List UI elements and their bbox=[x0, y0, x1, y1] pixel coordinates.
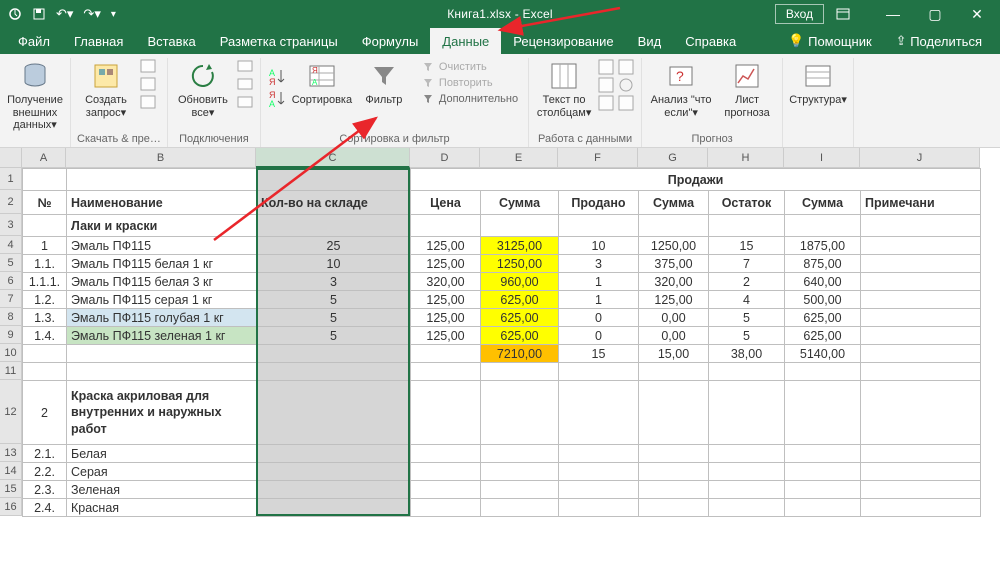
query-side-icons[interactable] bbox=[139, 58, 157, 110]
data-tools-icons[interactable] bbox=[597, 58, 635, 112]
window-title: Книга1.xlsx - Excel bbox=[447, 7, 553, 21]
row-header-16[interactable]: 16 bbox=[0, 498, 22, 516]
select-all-corner[interactable] bbox=[0, 148, 22, 168]
structure-button[interactable]: Структура▾ bbox=[789, 58, 847, 109]
ribbon-tabs: Файл Главная Вставка Разметка страницы Ф… bbox=[0, 28, 1000, 54]
col-header-I[interactable]: I bbox=[784, 148, 860, 168]
undo-icon[interactable]: ↶▾ bbox=[56, 6, 73, 22]
refresh-icon bbox=[187, 60, 219, 92]
col-header-D[interactable]: D bbox=[410, 148, 480, 168]
sort-asc-button[interactable]: АЯ bbox=[267, 66, 289, 86]
row-header-5[interactable]: 5 bbox=[0, 254, 22, 272]
col-header-B[interactable]: B bbox=[66, 148, 256, 168]
clear-filter-button[interactable]: Очистить bbox=[421, 60, 518, 74]
tab-formulas[interactable]: Формулы bbox=[350, 28, 431, 54]
row-header-7[interactable]: 7 bbox=[0, 290, 22, 308]
svg-text:А: А bbox=[312, 78, 318, 87]
get-external-data-button[interactable]: Получение внешних данных▾ bbox=[6, 58, 64, 134]
row-header-11[interactable]: 11 bbox=[0, 362, 22, 380]
whatif-icon: ? bbox=[665, 60, 697, 92]
col-header-F[interactable]: F bbox=[558, 148, 638, 168]
new-query-button[interactable]: Создать запрос▾ bbox=[77, 58, 135, 121]
bulb-icon: 💡 bbox=[788, 33, 804, 49]
redo-icon[interactable]: ↷▾ bbox=[83, 6, 100, 22]
worksheet[interactable]: ABCDEFGHIJ 12345678910111213141516 Прода… bbox=[0, 148, 1000, 517]
sort-icon: ЯА bbox=[306, 60, 338, 92]
row-header-15[interactable]: 15 bbox=[0, 480, 22, 498]
database-icon bbox=[19, 60, 51, 92]
svg-text:?: ? bbox=[676, 68, 684, 84]
col-header-G[interactable]: G bbox=[638, 148, 708, 168]
tab-view[interactable]: Вид bbox=[626, 28, 674, 54]
row-header-13[interactable]: 13 bbox=[0, 444, 22, 462]
tab-data[interactable]: Данные bbox=[430, 28, 501, 54]
share-icon: ⇪ bbox=[896, 33, 907, 49]
row-header-1[interactable]: 1 bbox=[0, 168, 22, 190]
tell-me[interactable]: 💡 Помощник bbox=[776, 33, 883, 49]
row-header-8[interactable]: 8 bbox=[0, 308, 22, 326]
minimize-icon[interactable]: — bbox=[878, 6, 908, 22]
save-icon[interactable] bbox=[32, 7, 46, 21]
col-header-E[interactable]: E bbox=[480, 148, 558, 168]
text-cols-icon bbox=[548, 60, 580, 92]
row-header-2[interactable]: 2 bbox=[0, 190, 22, 214]
qat-dropdown-icon[interactable]: ▾ bbox=[111, 9, 116, 20]
sort-desc-button[interactable]: ЯА bbox=[267, 88, 289, 108]
tab-help[interactable]: Справка bbox=[673, 28, 748, 54]
tab-insert[interactable]: Вставка bbox=[135, 28, 207, 54]
tab-file[interactable]: Файл bbox=[6, 28, 62, 54]
maximize-icon[interactable]: ▢ bbox=[920, 6, 950, 23]
share-button[interactable]: ⇪ Поделиться bbox=[884, 33, 994, 49]
filter-icon bbox=[368, 60, 400, 92]
row-header-12[interactable]: 12 bbox=[0, 380, 22, 444]
reapply-button[interactable]: Повторить bbox=[421, 76, 518, 90]
sort-button[interactable]: ЯА Сортировка bbox=[293, 58, 351, 109]
conn-side-icons[interactable] bbox=[236, 58, 254, 110]
forecast-sheet-button[interactable]: Лист прогноза bbox=[718, 58, 776, 121]
query-icon bbox=[90, 60, 122, 92]
structure-icon bbox=[802, 60, 834, 92]
close-icon[interactable]: ✕ bbox=[962, 6, 992, 23]
autosave-icon[interactable] bbox=[8, 7, 22, 21]
row-header-9[interactable]: 9 bbox=[0, 326, 22, 344]
row-header-4[interactable]: 4 bbox=[0, 236, 22, 254]
ribbon-options-icon[interactable] bbox=[836, 8, 866, 20]
tab-home[interactable]: Главная bbox=[62, 28, 135, 54]
row-header-3[interactable]: 3 bbox=[0, 214, 22, 236]
tab-page-layout[interactable]: Разметка страницы bbox=[208, 28, 350, 54]
svg-text:Я: Я bbox=[269, 77, 276, 86]
whatif-button[interactable]: ? Анализ "что если"▾ bbox=[648, 58, 714, 121]
advanced-filter-button[interactable]: Дополнительно bbox=[421, 92, 518, 106]
filter-button[interactable]: Фильтр bbox=[355, 58, 413, 109]
ribbon: Получение внешних данных▾ Создать запрос… bbox=[0, 54, 1000, 148]
col-header-J[interactable]: J bbox=[860, 148, 980, 168]
login-button[interactable]: Вход bbox=[775, 4, 824, 24]
forecast-icon bbox=[731, 60, 763, 92]
row-header-10[interactable]: 10 bbox=[0, 344, 22, 362]
col-header-H[interactable]: H bbox=[708, 148, 784, 168]
text-to-columns-button[interactable]: Текст по столбцам▾ bbox=[535, 58, 593, 121]
svg-text:А: А bbox=[269, 99, 275, 108]
row-header-6[interactable]: 6 bbox=[0, 272, 22, 290]
tab-review[interactable]: Рецензирование bbox=[501, 28, 625, 54]
col-header-A[interactable]: A bbox=[22, 148, 66, 168]
title-bar: ↶▾ ↷▾ ▾ Книга1.xlsx - Excel Вход — ▢ ✕ bbox=[0, 0, 1000, 28]
refresh-all-button[interactable]: Обновить все▾ bbox=[174, 58, 232, 121]
svg-text:Я: Я bbox=[312, 66, 318, 75]
row-header-14[interactable]: 14 bbox=[0, 462, 22, 480]
col-header-C[interactable]: C bbox=[256, 148, 410, 168]
